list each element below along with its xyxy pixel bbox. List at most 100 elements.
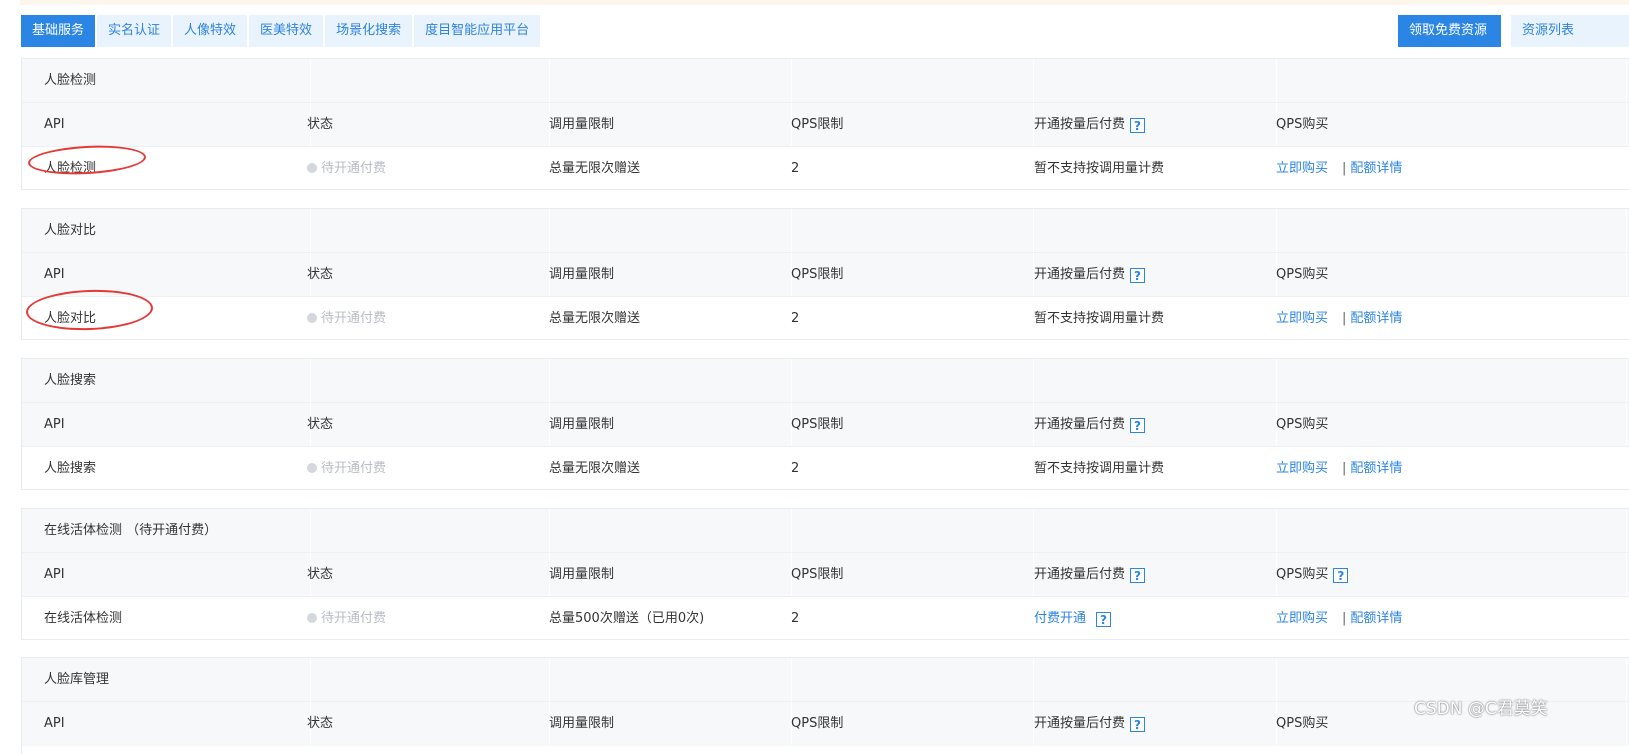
col-qps-buy: QPS购买? — [1256, 553, 1627, 596]
column-header-row: API 状态 调用量限制 QPS限制 开通按量后付费? QPS购买 — [22, 253, 1629, 297]
section-title: 人脸库管理 — [22, 658, 311, 701]
pay-activate-link[interactable]: 付费开通 — [1034, 611, 1086, 626]
tab-real-name-auth[interactable]: 实名认证 — [97, 15, 172, 47]
service-section-face-search: 人脸搜索 API 状态 调用量限制 QPS限制 开通按量后付费? QPS购买 人… — [21, 358, 1629, 490]
section-title: 在线活体检测 （待开通付费） — [22, 509, 311, 552]
quota-value: 总量无限次赠送 — [549, 161, 641, 176]
api-name: 人脸检测 — [44, 161, 97, 176]
help-icon[interactable]: ? — [1096, 612, 1112, 627]
col-qps: QPS限制 — [772, 253, 1034, 296]
service-section-liveness: 在线活体检测 （待开通付费） API 状态 调用量限制 QPS限制 开通按量后付… — [21, 508, 1629, 640]
status-cell: 待开通付费 — [288, 447, 549, 490]
claim-free-resource-button[interactable]: 领取免费资源 — [1398, 15, 1501, 47]
col-quota: 调用量限制 — [530, 553, 792, 596]
status-cell: 待开通付费 — [288, 147, 549, 190]
help-icon[interactable]: ? — [1130, 568, 1146, 583]
section-title: 人脸搜索 — [22, 359, 311, 402]
qps-value: 2 — [791, 461, 800, 476]
help-icon[interactable]: ? — [1130, 268, 1146, 283]
col-api: API — [22, 553, 311, 596]
quota-details-link[interactable]: 配额详情 — [1350, 461, 1402, 476]
service-section-face-detect: 人脸检测 API 状态 调用量限制 QPS限制 开通按量后付费? QPS购买 人… — [21, 58, 1629, 190]
separator: | — [1342, 161, 1347, 176]
resource-list-button[interactable]: 资源列表 — [1511, 15, 1629, 47]
col-qps: QPS限制 — [772, 702, 1034, 745]
col-postpaid: 开通按量后付费? — [1014, 253, 1277, 296]
tab-medical-beauty-effects[interactable]: 医美特效 — [249, 15, 324, 47]
col-qps: QPS限制 — [772, 403, 1034, 446]
section-title-row: 人脸对比 — [22, 209, 1629, 253]
quota-value: 总量无限次赠送 — [549, 461, 641, 476]
status-cell: 待开通付费 — [288, 597, 549, 640]
notice-strip — [20, 0, 1629, 5]
table-row: 人脸检测 待开通付费 总量无限次赠送 2 暂不支持按调用量计费 立即购买 | 配额详… — [22, 147, 1629, 191]
help-icon[interactable]: ? — [1333, 568, 1349, 583]
tab-dumu-platform[interactable]: 度目智能应用平台 — [414, 15, 541, 47]
buy-now-link[interactable]: 立即购买 — [1276, 311, 1328, 326]
col-quota: 调用量限制 — [530, 253, 792, 296]
col-qps: QPS限制 — [772, 103, 1034, 146]
qps-value: 2 — [791, 161, 800, 176]
status-dot-icon — [307, 313, 317, 323]
col-api: API — [22, 403, 311, 446]
col-status: 状态 — [288, 103, 550, 146]
col-quota: 调用量限制 — [530, 103, 792, 146]
col-qps-buy: QPS购买 — [1256, 403, 1627, 446]
section-title-row: 人脸搜索 — [22, 359, 1629, 403]
col-postpaid: 开通按量后付费? — [1014, 553, 1277, 596]
col-status: 状态 — [288, 253, 550, 296]
separator: | — [1342, 311, 1347, 326]
tab-portrait-effects[interactable]: 人像特效 — [173, 15, 248, 47]
help-icon[interactable]: ? — [1130, 717, 1146, 732]
tab-scenario-search[interactable]: 场景化搜索 — [325, 15, 413, 47]
col-quota: 调用量限制 — [530, 702, 792, 745]
col-qps-buy: QPS购买 — [1256, 253, 1627, 296]
quota-value: 总量无限次赠送 — [549, 311, 641, 326]
service-section-face-compare: 人脸对比 API 状态 调用量限制 QPS限制 开通按量后付费? QPS购买 人… — [21, 208, 1629, 340]
column-header-row: API 状态 调用量限制 QPS限制 开通按量后付费? QPS购买 — [22, 403, 1629, 447]
section-title: 人脸检测 — [22, 59, 311, 102]
column-header-row: API 状态 调用量限制 QPS限制 开通按量后付费? QPS购买? — [22, 553, 1629, 597]
status-dot-icon — [307, 463, 317, 473]
table-row: 人脸对比 待开通付费 总量无限次赠送 2 暂不支持按调用量计费 立即购买 | 配额详… — [22, 297, 1629, 341]
col-qps: QPS限制 — [772, 553, 1034, 596]
help-icon[interactable]: ? — [1130, 418, 1146, 433]
column-header-row: API 状态 调用量限制 QPS限制 开通按量后付费? QPS购买 — [22, 103, 1629, 147]
actions-cell: 立即购买 | 配额详情 — [1256, 297, 1626, 340]
quota-details-link[interactable]: 配额详情 — [1350, 311, 1402, 326]
buy-now-link[interactable]: 立即购买 — [1276, 161, 1328, 176]
qps-value: 2 — [791, 311, 800, 326]
buy-now-link[interactable]: 立即购买 — [1276, 461, 1328, 476]
section-title: 人脸对比 — [22, 209, 311, 252]
postpaid-cell: 付费开通? — [1014, 597, 1276, 640]
col-api: API — [22, 103, 311, 146]
section-title-row: 在线活体检测 （待开通付费） — [22, 509, 1629, 553]
actions-cell: 立即购买 | 配额详情 — [1256, 597, 1626, 640]
service-section-face-library: 人脸库管理 API 状态 调用量限制 QPS限制 开通按量后付费? QPS购买 — [21, 657, 1629, 754]
table-row: 在线活体检测 待开通付费 总量500次赠送（已用0次) 2 付费开通? 立即购买… — [22, 597, 1629, 641]
col-status: 状态 — [288, 403, 550, 446]
status-dot-icon — [307, 613, 317, 623]
status-cell: 待开通付费 — [288, 297, 549, 340]
col-api: API — [22, 702, 311, 745]
quota-details-link[interactable]: 配额详情 — [1350, 161, 1402, 176]
col-qps-buy: QPS购买 — [1256, 103, 1627, 146]
api-name: 人脸对比 — [44, 311, 97, 326]
quota-details-link[interactable]: 配额详情 — [1350, 611, 1402, 626]
watermark: CSDN @C君莫笑 — [1414, 699, 1548, 719]
table-row: 人脸搜索 待开通付费 总量无限次赠送 2 暂不支持按调用量计费 立即购买 | 配额详… — [22, 447, 1629, 491]
actions-cell: 立即购买 | 配额详情 — [1256, 147, 1626, 190]
api-name: 在线活体检测 — [44, 611, 123, 626]
col-quota: 调用量限制 — [530, 403, 792, 446]
actions-cell: 立即购买 | 配额详情 — [1256, 447, 1626, 490]
api-name: 人脸搜索 — [44, 461, 97, 476]
service-tabs: 基础服务 实名认证 人像特效 医美特效 场景化搜索 度目智能应用平台 — [21, 15, 542, 47]
tab-basic-service[interactable]: 基础服务 — [21, 15, 96, 47]
postpaid-value: 暂不支持按调用量计费 — [1034, 161, 1165, 176]
separator: | — [1342, 611, 1347, 626]
col-postpaid: 开通按量后付费? — [1014, 103, 1277, 146]
col-postpaid: 开通按量后付费? — [1014, 702, 1277, 745]
buy-now-link[interactable]: 立即购买 — [1276, 611, 1328, 626]
section-title-row: 人脸库管理 — [22, 658, 1629, 702]
help-icon[interactable]: ? — [1130, 118, 1146, 133]
